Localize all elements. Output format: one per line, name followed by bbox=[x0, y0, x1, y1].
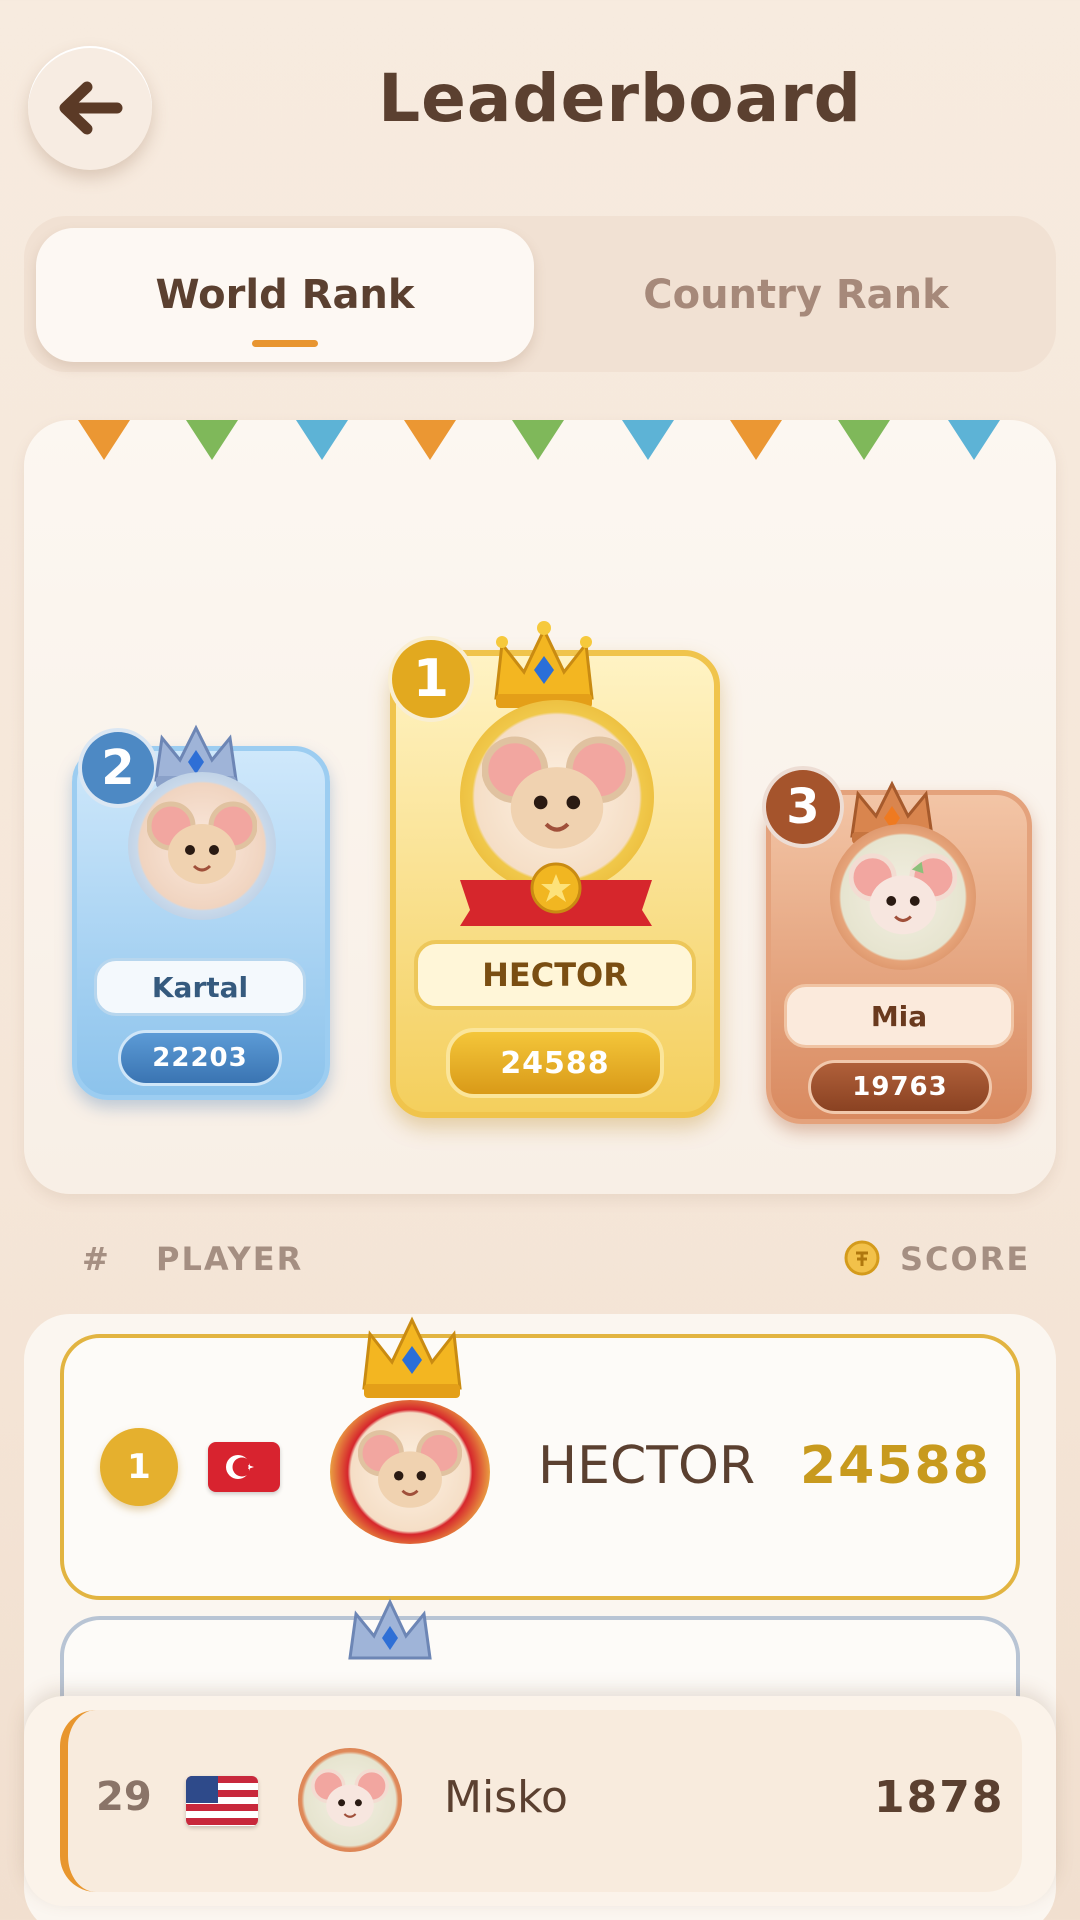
back-button[interactable] bbox=[28, 46, 152, 170]
rank-badge-second-label: 2 bbox=[101, 740, 135, 796]
turkey-flag bbox=[208, 1442, 280, 1492]
player-name-third-label: Mia bbox=[870, 999, 928, 1033]
coin-icon bbox=[844, 1240, 880, 1276]
player-name-second-label: Kartal bbox=[151, 970, 249, 1004]
tab-world-rank-label: World Rank bbox=[155, 272, 415, 318]
row-rank-label: 1 bbox=[127, 1447, 151, 1487]
page-title: Leaderboard bbox=[378, 60, 862, 137]
avatar-second bbox=[128, 772, 276, 920]
column-rank-header: # bbox=[82, 1240, 111, 1278]
mouse-avatar-icon bbox=[147, 801, 257, 884]
score-third-label: 19763 bbox=[852, 1072, 948, 1102]
row-avatar bbox=[330, 1400, 490, 1544]
player-name-third: Mia bbox=[784, 984, 1014, 1048]
column-score-header: SCORE bbox=[900, 1240, 1031, 1278]
crown-icon bbox=[348, 1598, 432, 1660]
crown-icon bbox=[494, 621, 594, 708]
pennant-flag bbox=[78, 420, 130, 460]
pennant-flag bbox=[948, 420, 1000, 460]
pennant-flag bbox=[296, 420, 348, 460]
pennant-flag bbox=[838, 420, 890, 460]
row-rank-badge: 1 bbox=[100, 1428, 178, 1506]
pennant-flag bbox=[404, 420, 456, 460]
row-player-name: HECTOR bbox=[538, 1436, 756, 1496]
player-name-first: HECTOR bbox=[414, 940, 696, 1010]
pennant-flag bbox=[730, 420, 782, 460]
mouse-avatar-icon bbox=[849, 853, 957, 935]
score-first-label: 24588 bbox=[500, 1045, 610, 1081]
column-player-header: PLAYER bbox=[156, 1240, 304, 1278]
mouse-avatar-icon bbox=[358, 1430, 462, 1508]
crown-icon bbox=[362, 1316, 462, 1398]
score-second-label: 22203 bbox=[152, 1043, 248, 1073]
player-name-first-label: HECTOR bbox=[482, 956, 628, 994]
pennant-flag bbox=[512, 420, 564, 460]
score-third: 19763 bbox=[808, 1060, 992, 1114]
rank-badge-first-label: 1 bbox=[412, 649, 450, 709]
mouse-avatar-icon bbox=[311, 1768, 389, 1827]
us-flag bbox=[186, 1776, 258, 1826]
current-player-score: 1878 bbox=[874, 1772, 1005, 1823]
rank-badge-third: 3 bbox=[762, 766, 844, 848]
arrow-left-icon bbox=[59, 81, 123, 135]
rank-badge-third-label: 3 bbox=[786, 779, 820, 835]
crescent-star-icon bbox=[226, 1455, 254, 1479]
active-tab-indicator bbox=[252, 340, 318, 347]
player-name-second: Kartal bbox=[94, 958, 306, 1016]
current-player-name: Misko bbox=[444, 1772, 568, 1823]
mouse-avatar-icon bbox=[482, 736, 632, 849]
avatar-third bbox=[830, 824, 976, 970]
score-second: 22203 bbox=[118, 1030, 282, 1086]
tab-country-rank-label: Country Rank bbox=[643, 272, 949, 318]
ribbon-star-icon bbox=[460, 862, 652, 926]
score-first: 24588 bbox=[446, 1028, 664, 1098]
tab-country-rank[interactable]: Country Rank bbox=[548, 228, 1044, 362]
pennant-flag bbox=[622, 420, 674, 460]
current-player-avatar bbox=[298, 1748, 402, 1852]
rank-badge-first: 1 bbox=[388, 636, 474, 722]
row-score: 24588 bbox=[800, 1436, 991, 1496]
pennant-flag bbox=[186, 420, 238, 460]
current-player-rank: 29 bbox=[96, 1774, 152, 1820]
